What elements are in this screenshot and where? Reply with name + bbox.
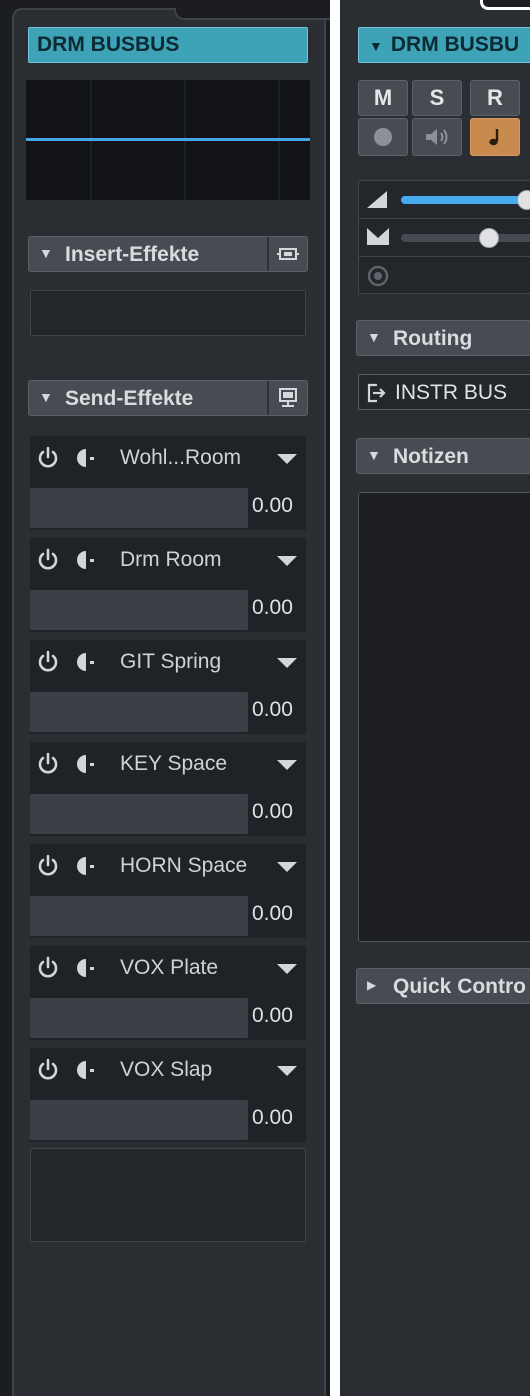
notes-textarea[interactable] — [358, 492, 530, 942]
pre-post-fader-icon[interactable] — [74, 956, 98, 980]
send-level-slider[interactable] — [30, 1100, 248, 1140]
power-icon[interactable] — [36, 956, 60, 980]
collapse-triangle-icon: ▼ — [367, 447, 381, 463]
volume-fader-fill — [401, 196, 527, 204]
meter-level-line — [26, 138, 310, 141]
pre-post-fader-icon[interactable] — [74, 1058, 98, 1082]
output-routing-label: INSTR BUS — [395, 381, 508, 404]
pre-post-fader-icon[interactable] — [74, 650, 98, 674]
pre-post-fader-icon[interactable] — [74, 752, 98, 776]
send-slot: Drm Room 0.00 — [30, 538, 306, 632]
send-level-value[interactable]: 0.00 — [252, 902, 293, 926]
send-destination-label[interactable]: KEY Space — [120, 752, 227, 776]
send-level-value[interactable]: 0.00 — [252, 698, 293, 722]
insert-settings-icon[interactable] — [277, 244, 299, 264]
send-destination-label[interactable]: GIT Spring — [120, 650, 221, 674]
send-destination-label[interactable]: Drm Room — [120, 548, 222, 572]
send-level-value[interactable]: 0.00 — [252, 1004, 293, 1028]
power-icon[interactable] — [36, 752, 60, 776]
chevron-down-icon[interactable] — [276, 962, 298, 976]
quick-controls-header[interactable]: ▶ Quick Contro — [356, 968, 530, 1004]
collapse-triangle-icon: ▼ — [367, 329, 381, 345]
send-level-slider[interactable] — [30, 794, 248, 834]
pre-post-fader-icon[interactable] — [74, 548, 98, 572]
send-level-slider[interactable] — [30, 896, 248, 936]
record-icon — [374, 128, 392, 146]
level-meter — [26, 80, 310, 200]
power-icon[interactable] — [36, 650, 60, 674]
collapse-triangle-icon: ▼ — [39, 245, 53, 261]
send-level-slider[interactable] — [30, 590, 248, 630]
collapse-triangle-icon: ▼ — [369, 38, 383, 54]
read-automation-button[interactable]: R — [470, 80, 520, 116]
send-level-value[interactable]: 0.00 — [252, 800, 293, 824]
send-effects-title: Send-Effekte — [65, 387, 194, 410]
panel-divider — [330, 0, 340, 1396]
pan-slider-knob[interactable] — [479, 228, 499, 248]
pan-icon — [367, 228, 389, 245]
music-note-icon — [489, 129, 499, 146]
routing-header[interactable]: ▼ Routing — [356, 320, 530, 356]
send-slot: Wohl...Room 0.00 — [30, 436, 306, 530]
mute-button[interactable]: M — [358, 80, 408, 116]
send-slot: KEY Space 0.00 — [30, 742, 306, 836]
send-destination-label[interactable]: VOX Plate — [120, 956, 218, 980]
input-transformer-icon[interactable] — [367, 265, 389, 287]
chevron-down-icon[interactable] — [276, 656, 298, 670]
send-slots-empty-area[interactable] — [30, 1148, 306, 1242]
insert-effects-header[interactable]: ▼ Insert-Effekte — [28, 236, 308, 272]
inspector-channel-name[interactable]: ▼ DRM BUSBU — [358, 27, 530, 63]
inspector-channel-name-label: DRM BUSBU — [390, 33, 520, 56]
volume-fader-knob[interactable] — [517, 190, 530, 210]
notes-header[interactable]: ▼ Notizen — [356, 438, 530, 474]
output-icon — [367, 383, 386, 403]
volume-icon — [367, 191, 387, 208]
send-level-value[interactable]: 0.00 — [252, 596, 293, 620]
chevron-down-icon[interactable] — [276, 452, 298, 466]
send-level-slider[interactable] — [30, 692, 248, 732]
volume-fader[interactable] — [401, 196, 530, 204]
collapse-triangle-icon: ▼ — [39, 389, 53, 405]
send-slot: GIT Spring 0.00 — [30, 640, 306, 734]
insert-slots-area[interactable] — [30, 290, 306, 336]
channel-name-field[interactable]: DRM BUSBUS — [28, 27, 308, 63]
panel-tab-notch — [480, 0, 530, 10]
chevron-down-icon[interactable] — [276, 554, 298, 568]
chevron-down-icon[interactable] — [276, 860, 298, 874]
send-level-value[interactable]: 0.00 — [252, 1106, 293, 1130]
send-effects-header[interactable]: ▼ Send-Effekte — [28, 380, 308, 416]
pre-post-fader-icon[interactable] — [74, 854, 98, 878]
volume-pan-box — [358, 180, 530, 294]
edit-instrument-button[interactable] — [470, 118, 520, 156]
send-level-slider[interactable] — [30, 998, 248, 1038]
chevron-down-icon[interactable] — [276, 758, 298, 772]
send-destination-label[interactable]: HORN Space — [120, 854, 247, 878]
solo-button[interactable]: S — [412, 80, 462, 116]
speaker-icon — [426, 129, 448, 145]
send-settings-icon[interactable] — [277, 388, 299, 408]
chevron-down-icon[interactable] — [276, 1064, 298, 1078]
power-icon[interactable] — [36, 1058, 60, 1082]
monitor-button[interactable] — [412, 118, 462, 156]
output-routing-selector[interactable]: INSTR BUS — [358, 374, 530, 410]
power-icon[interactable] — [36, 446, 60, 470]
send-destination-label[interactable]: Wohl...Room — [120, 446, 241, 470]
quick-controls-title: Quick Contro — [393, 975, 527, 998]
insert-effects-title: Insert-Effekte — [65, 243, 200, 266]
send-level-value[interactable]: 0.00 — [252, 494, 293, 518]
pre-post-fader-icon[interactable] — [74, 446, 98, 470]
send-slot: VOX Plate 0.00 — [30, 946, 306, 1040]
send-slot: VOX Slap 0.00 — [30, 1048, 306, 1142]
notes-title: Notizen — [393, 445, 469, 468]
pan-slider[interactable] — [401, 234, 530, 242]
send-slot: HORN Space 0.00 — [30, 844, 306, 938]
power-icon[interactable] — [36, 854, 60, 878]
routing-title: Routing — [393, 327, 473, 350]
expand-triangle-icon: ▶ — [367, 978, 377, 992]
record-enable-button[interactable] — [358, 118, 408, 156]
send-destination-label[interactable]: VOX Slap — [120, 1058, 212, 1082]
send-level-slider[interactable] — [30, 488, 248, 528]
panel-tab-notch — [174, 8, 340, 20]
power-icon[interactable] — [36, 548, 60, 572]
